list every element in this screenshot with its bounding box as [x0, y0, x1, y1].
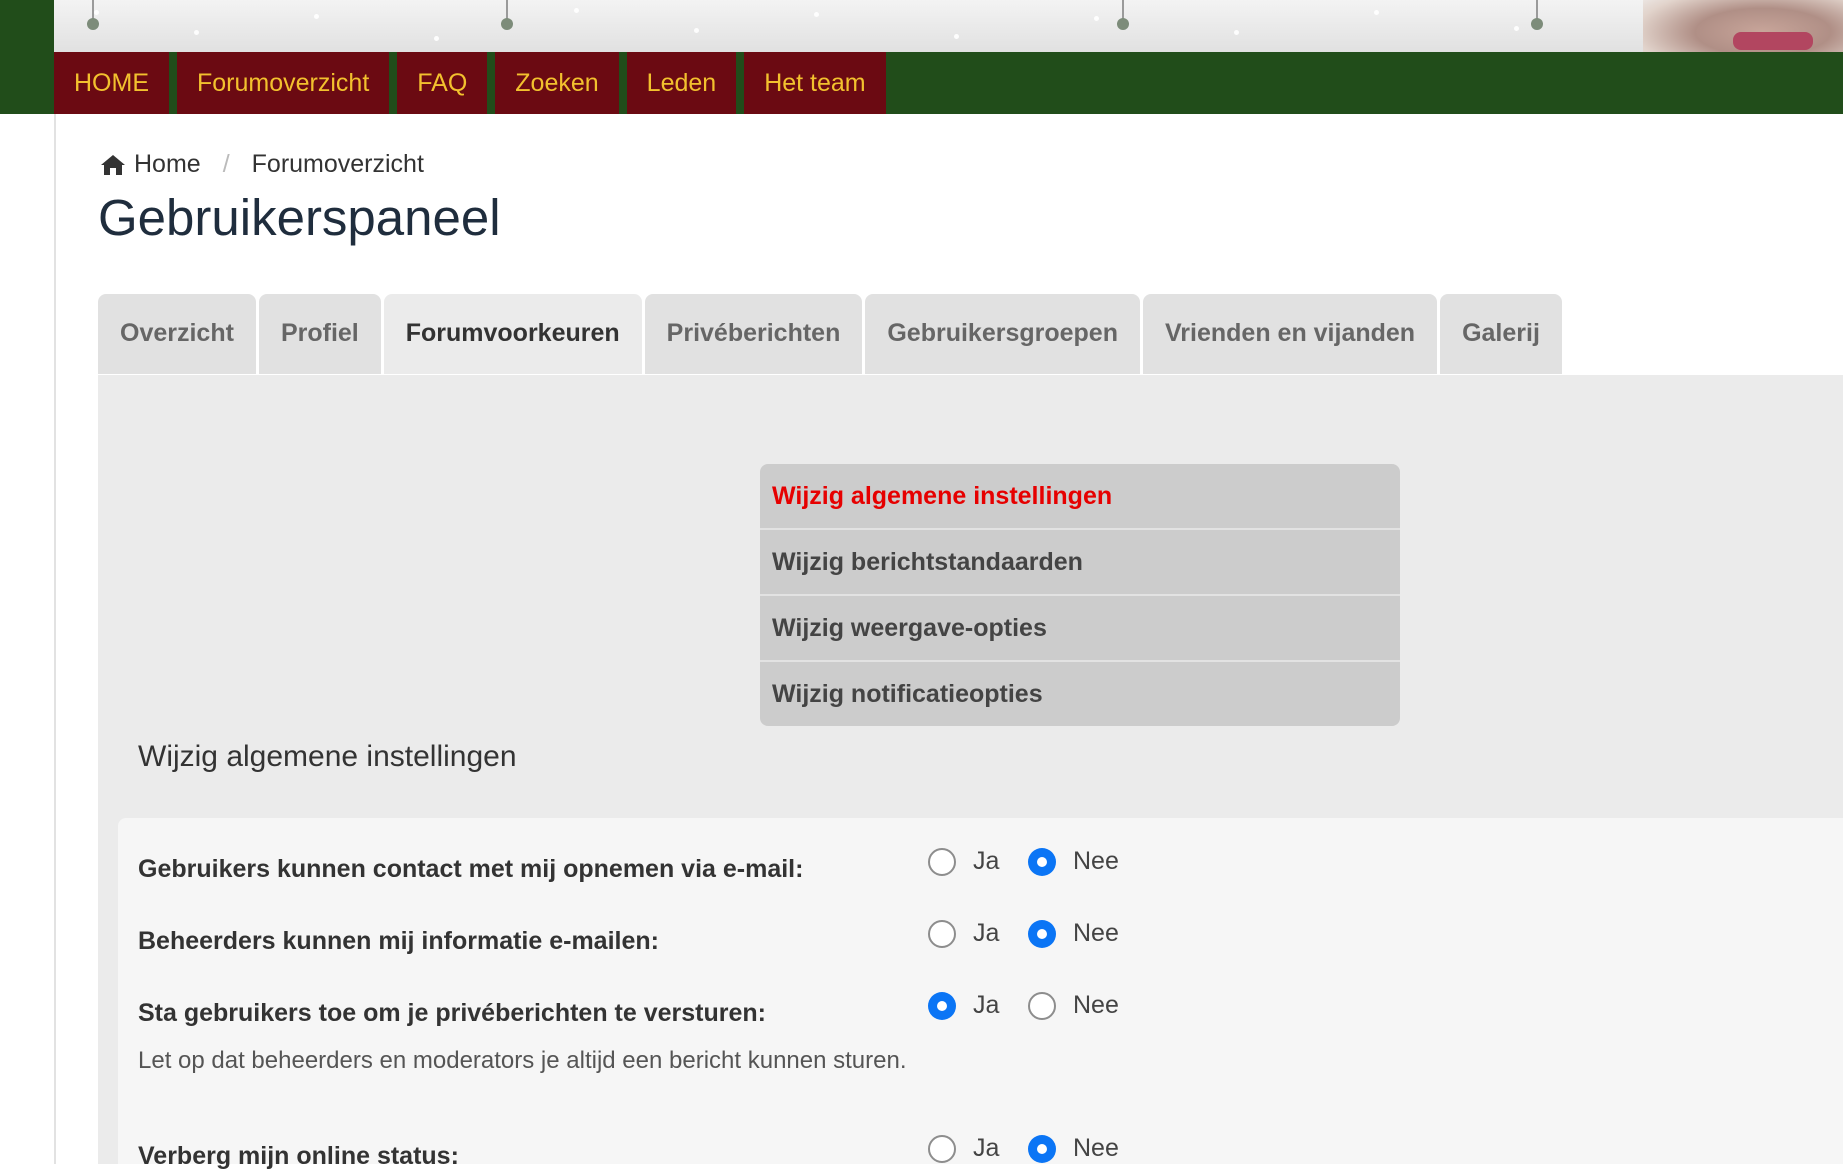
nav-het-team[interactable]: Het team [744, 52, 886, 114]
submenu-item-notificatieopties[interactable]: Wijzig notificatieopties [760, 660, 1400, 726]
radio-label: Nee [1073, 1134, 1119, 1162]
breadcrumb-forumoverzicht-link[interactable]: Forumoverzicht [252, 150, 424, 179]
section-title: Wijzig algemene instellingen [138, 740, 517, 773]
radio-button[interactable] [1028, 991, 1056, 1020]
nav-leden[interactable]: Leden [626, 52, 737, 114]
radio-label: Ja [973, 991, 1000, 1019]
banner-ornament [1116, 0, 1130, 32]
nav-forumoverzicht[interactable]: Forumoverzicht [177, 52, 390, 114]
setting-hint: Let op dat beheerders en moderators je a… [138, 1047, 907, 1074]
radio-label: Ja [973, 919, 1000, 947]
tab-profiel[interactable]: Profiel [258, 294, 381, 374]
setting-label: Beheerders kunnen mij informatie e-maile… [138, 927, 659, 955]
banner-ornament [86, 0, 100, 32]
tab-overzicht[interactable]: Overzicht [98, 294, 256, 374]
left-divider [54, 114, 56, 1164]
submenu-item-weergave-opties[interactable]: Wijzig weergave-opties [760, 594, 1400, 660]
left-green-block [0, 0, 54, 114]
banner-dog-collar [1733, 32, 1813, 50]
setting-label: Sta gebruikers toe om je privéberichten … [138, 999, 766, 1027]
banner-ornament [1530, 0, 1544, 32]
radio-button-checked[interactable] [928, 991, 956, 1020]
home-icon [101, 154, 125, 175]
breadcrumb-home-link[interactable]: Home [134, 150, 201, 179]
tab-galerij[interactable]: Galerij [1440, 294, 1562, 374]
tab-forumvoorkeuren[interactable]: Forumvoorkeuren [383, 294, 642, 374]
nav-zoeken[interactable]: Zoeken [495, 52, 619, 114]
submenu-item-berichtstandaarden[interactable]: Wijzig berichtstandaarden [760, 528, 1400, 594]
radio-label: Nee [1073, 919, 1119, 947]
radio-option-ja[interactable]: Ja [928, 991, 999, 1020]
setting-label: Gebruikers kunnen contact met mij opneme… [138, 855, 804, 883]
radio-button[interactable] [928, 1134, 956, 1163]
breadcrumb-separator: / [222, 150, 230, 178]
radio-button-checked[interactable] [1028, 847, 1056, 876]
preferences-submenu: Wijzig algemene instellingen Wijzig beri… [760, 464, 1400, 726]
page-title: Gebruikerspaneel [98, 189, 501, 246]
radio-option-ja[interactable]: Ja [928, 847, 999, 876]
radio-option-nee[interactable]: Nee [1028, 991, 1119, 1020]
radio-option-nee[interactable]: Nee [1028, 919, 1119, 948]
radio-button[interactable] [928, 919, 956, 948]
tab-priveberichten[interactable]: Privéberichten [644, 294, 863, 374]
main-navbar: HOME Forumoverzicht FAQ Zoeken Leden Het… [54, 52, 1843, 114]
cp-tabs: Overzicht Profiel Forumvoorkeuren Privéb… [98, 294, 1565, 374]
banner-ornament [500, 0, 514, 32]
tab-gebruikersgroepen[interactable]: Gebruikersgroepen [865, 294, 1140, 374]
radio-option-ja[interactable]: Ja [928, 1134, 999, 1163]
radio-button[interactable] [928, 847, 956, 876]
breadcrumb: Home / Forumoverzicht [100, 150, 424, 179]
radio-button-checked[interactable] [1028, 919, 1056, 948]
tab-vrienden-en-vijanden[interactable]: Vrienden en vijanden [1143, 294, 1438, 374]
radio-label: Ja [973, 847, 1000, 875]
submenu-item-algemene-instellingen[interactable]: Wijzig algemene instellingen [760, 464, 1400, 528]
page-left-strip [0, 0, 56, 1164]
radio-label: Nee [1073, 991, 1119, 1019]
radio-button-checked[interactable] [1028, 1134, 1056, 1163]
radio-option-ja[interactable]: Ja [928, 919, 999, 948]
radio-label: Ja [973, 1134, 1000, 1162]
header-banner [54, 0, 1843, 52]
nav-home[interactable]: HOME [54, 52, 169, 114]
nav-faq[interactable]: FAQ [397, 52, 488, 114]
radio-option-nee[interactable]: Nee [1028, 1134, 1119, 1163]
radio-option-nee[interactable]: Nee [1028, 847, 1119, 876]
setting-label: Verberg mijn online status: [138, 1142, 459, 1170]
radio-label: Nee [1073, 847, 1119, 875]
